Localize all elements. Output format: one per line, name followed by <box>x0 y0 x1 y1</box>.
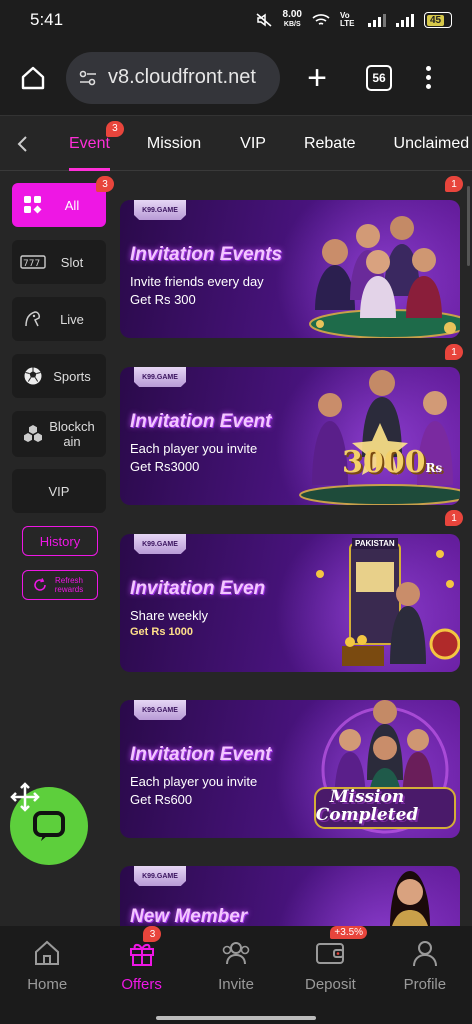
banner-title: Invitation Event <box>130 411 272 432</box>
brand-tag: K99.GAME <box>134 534 186 554</box>
chevron-left-icon <box>17 135 27 152</box>
filter-live[interactable]: Live <box>12 297 106 341</box>
nav-profile[interactable]: Profile <box>378 926 472 1024</box>
refresh-rewards-button[interactable]: Refresh rewards <box>22 570 98 600</box>
signal-2-icon <box>396 13 414 27</box>
status-bar: 5:41 8.00 KB/S Vo LTE 45 <box>0 0 472 40</box>
browser-menu-button[interactable] <box>426 66 431 89</box>
battery-icon: 45 <box>424 12 452 28</box>
history-button[interactable]: History <box>22 526 98 556</box>
brand-tag: K99.GAME <box>134 866 186 886</box>
art-pakistan-label: PAKISTAN <box>352 538 398 549</box>
home-icon <box>32 936 62 970</box>
signal-1-icon <box>368 13 386 27</box>
gesture-bar[interactable] <box>156 1016 316 1020</box>
banner-invitation-events[interactable]: K99.GAME Invitation Events Invite friend… <box>120 200 460 338</box>
banner-subtitle: Each player you invite <box>130 441 258 456</box>
deposit-bonus-badge: +3.5% <box>330 926 368 939</box>
filter-sports[interactable]: Sports <box>12 354 106 398</box>
soccer-ball-icon <box>20 366 46 386</box>
nav-deposit[interactable]: Deposit +3.5% <box>283 926 377 1024</box>
brand-tag: K99.GAME <box>134 367 186 387</box>
address-bar[interactable]: v8.cloudfront.net <box>66 51 280 104</box>
event-badge: 3 <box>105 120 124 137</box>
hosts-with-coins-illustration <box>299 370 460 505</box>
volte-label: Vo LTE <box>340 11 355 28</box>
filter-slot[interactable]: 777 Slot <box>12 240 106 284</box>
nav-offers[interactable]: Offers 3 <box>94 926 188 1024</box>
players-at-table-illustration <box>309 216 460 338</box>
mute-icon <box>256 13 272 27</box>
banner-invitation-event-3000[interactable]: K99.GAME Invitation Event Each player yo… <box>120 367 460 505</box>
slot-icon: 777 <box>20 254 46 270</box>
banner-3-badge: 1 <box>445 510 463 526</box>
browser-toolbar: v8.cloudfront.net + 56 <box>0 40 472 116</box>
banner-subtitle: Invite friends every day <box>130 274 264 289</box>
woman-illustration <box>390 871 430 926</box>
tab-mission[interactable]: Mission <box>147 117 201 171</box>
mission-completed-label: Mission Completed <box>315 787 419 825</box>
site-settings-icon[interactable] <box>78 69 98 87</box>
offers-badge: 3 <box>143 926 162 942</box>
banner-title: Invitation Even <box>130 578 266 599</box>
all-badge: 3 <box>96 176 114 192</box>
wallet-icon <box>314 936 346 970</box>
svg-text:777: 777 <box>23 259 40 269</box>
url-text: v8.cloudfront.net <box>108 66 256 88</box>
banner-reward: Get Rs600 <box>130 792 193 807</box>
tab-unclaimed[interactable]: Unclaimed <box>394 117 470 171</box>
wifi-icon <box>312 14 330 25</box>
banner-new-member[interactable]: K99.GAME New Member <box>120 866 460 926</box>
nav-invite[interactable]: Invite <box>189 926 283 1024</box>
banner-subtitle: Each player you invite <box>130 774 258 789</box>
art-3000-label: 3000Rs <box>342 445 443 480</box>
filter-blockchain[interactable]: Blockchain <box>12 411 106 457</box>
slot-machine-illustration <box>316 543 460 666</box>
tab-rebate[interactable]: Rebate <box>304 117 356 171</box>
banner-2-badge: 1 <box>445 344 463 360</box>
game-filter-sidebar: All 3 777 Slot Live Sports Blockchain VI… <box>12 176 114 526</box>
new-tab-button[interactable]: + <box>302 61 332 95</box>
banner-title: New Member <box>130 906 248 926</box>
banner-title: Invitation Event <box>130 744 272 765</box>
network-speed: 8.00 KB/S <box>282 9 302 29</box>
scrollbar[interactable] <box>467 186 470 266</box>
blockchain-icon <box>20 424 46 444</box>
banner-reward: Get Rs 1000 <box>130 626 193 638</box>
tab-event[interactable]: Event 3 <box>69 117 124 171</box>
tab-vip[interactable]: VIP <box>240 117 266 171</box>
filter-vip[interactable]: VIP <box>12 469 106 513</box>
banner-reward: Get Rs3000 <box>130 459 200 474</box>
grid-icon <box>20 195 46 215</box>
filter-all[interactable]: All 3 <box>12 176 114 227</box>
nav-home[interactable]: Home <box>0 926 94 1024</box>
bottom-navigation: Home Offers 3 Invite Deposit +3.5% Profi… <box>0 926 472 1024</box>
person-icon <box>410 936 440 970</box>
status-time: 5:41 <box>30 10 64 29</box>
home-icon <box>21 66 45 89</box>
banner-invitation-even-weekly[interactable]: K99.GAME Invitation Even Share weekly Ge… <box>120 534 460 672</box>
brand-tag: K99.GAME <box>134 200 186 220</box>
live-icon <box>20 308 46 330</box>
brand-tag: K99.GAME <box>134 700 186 720</box>
banner-title: Invitation Events <box>130 244 283 265</box>
move-icon[interactable] <box>10 782 40 812</box>
back-button[interactable] <box>0 135 44 153</box>
refresh-icon <box>34 578 46 591</box>
tab-switcher-button[interactable]: 56 <box>366 64 392 91</box>
banner-subtitle: Share weekly <box>130 608 209 623</box>
banner-reward: Get Rs 300 <box>130 292 196 307</box>
chat-bubble-icon <box>33 811 65 841</box>
category-tabs: Event 3 Mission VIP Rebate Unclaimed <box>0 117 472 171</box>
browser-home-button[interactable] <box>18 63 48 93</box>
users-icon <box>219 936 253 970</box>
banner-1-badge: 1 <box>445 176 463 192</box>
banner-mission-completed[interactable]: K99.GAME Invitation Event Each player yo… <box>120 700 460 838</box>
